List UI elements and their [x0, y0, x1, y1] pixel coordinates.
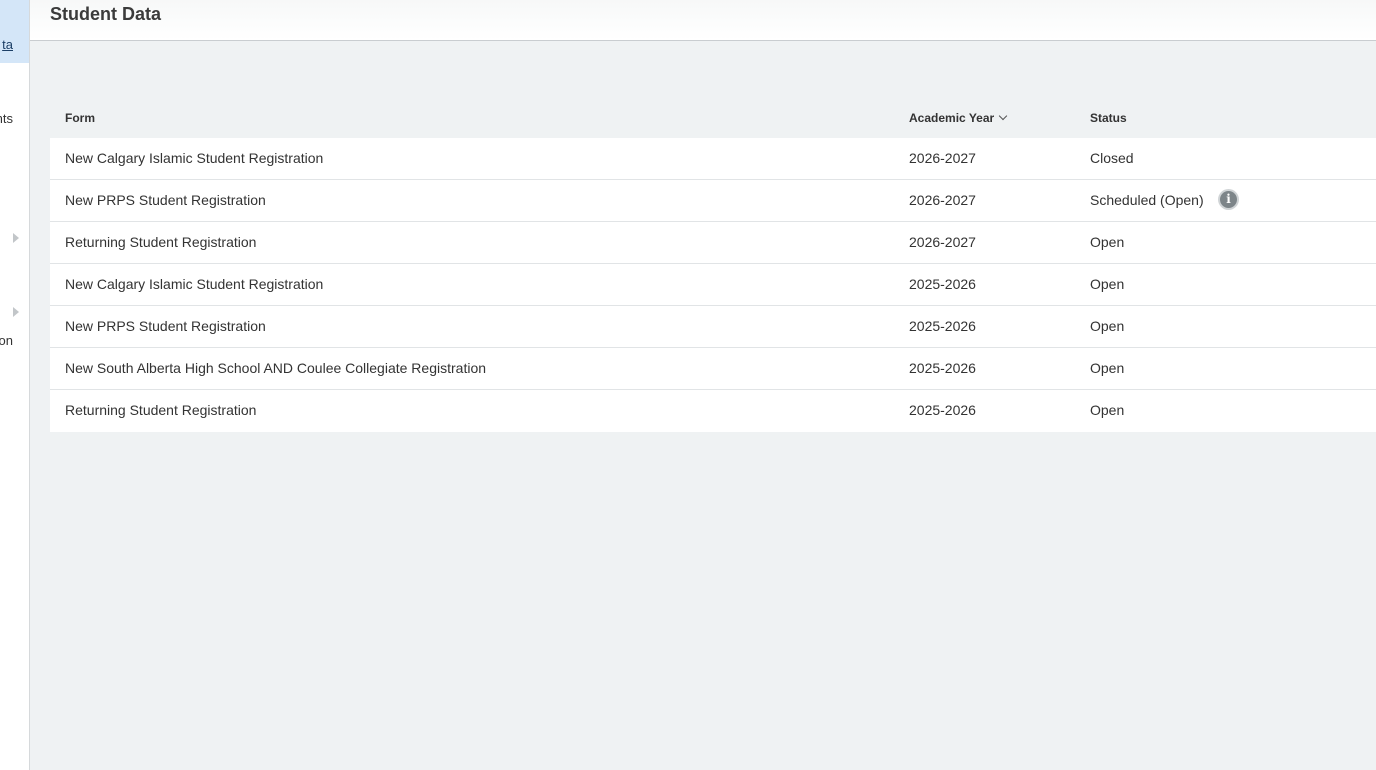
academic-year: 2026-2027: [909, 234, 976, 250]
form-name[interactable]: New Calgary Islamic Student Registration: [65, 150, 323, 166]
academic-year: 2026-2027: [909, 192, 976, 208]
table-row[interactable]: New South Alberta High School AND Coulee…: [50, 348, 1376, 390]
info-icon[interactable]: i: [1220, 191, 1237, 208]
form-name[interactable]: New Calgary Islamic Student Registration: [65, 276, 323, 292]
table-row[interactable]: Returning Student Registration 2025-2026…: [50, 390, 1376, 432]
academic-year: 2025-2026: [909, 360, 976, 376]
status-text: Open: [1090, 276, 1125, 292]
sidebar-active-highlight: [0, 0, 29, 63]
sidebar-item-student-data[interactable]: ta: [2, 37, 13, 52]
table-row[interactable]: New Calgary Islamic Student Registration…: [50, 264, 1376, 306]
form-name[interactable]: New PRPS Student Registration: [65, 318, 266, 334]
status-text: Scheduled (Open): [1090, 192, 1204, 208]
status-text: Open: [1090, 318, 1125, 334]
form-name[interactable]: New South Alberta High School AND Coulee…: [65, 360, 486, 376]
forms-table: New Calgary Islamic Student Registration…: [50, 138, 1376, 432]
chevron-right-icon[interactable]: [13, 307, 19, 317]
academic-year: 2025-2026: [909, 276, 976, 292]
sidebar: ta nts on: [0, 0, 30, 770]
chevron-right-icon[interactable]: [13, 233, 19, 243]
status-text: Closed: [1090, 150, 1134, 166]
column-header-form[interactable]: Form: [65, 111, 95, 125]
form-name[interactable]: New PRPS Student Registration: [65, 192, 266, 208]
status-text: Open: [1090, 234, 1125, 250]
table-row[interactable]: Returning Student Registration 2026-2027…: [50, 222, 1376, 264]
table-row[interactable]: New PRPS Student Registration 2025-2026 …: [50, 306, 1376, 348]
sidebar-item-2[interactable]: nts: [0, 111, 13, 126]
table-row[interactable]: New PRPS Student Registration 2026-2027 …: [50, 180, 1376, 222]
sidebar-item-5[interactable]: on: [0, 333, 13, 348]
page-header: Student Data: [30, 0, 1376, 41]
chevron-down-icon: [998, 111, 1008, 121]
status-text: Open: [1090, 360, 1125, 376]
academic-year: 2026-2027: [909, 150, 976, 166]
column-header-academic-year[interactable]: Academic Year: [909, 111, 1008, 125]
form-name[interactable]: Returning Student Registration: [65, 234, 256, 250]
status-text: Open: [1090, 402, 1125, 418]
table-row[interactable]: New Calgary Islamic Student Registration…: [50, 138, 1376, 180]
column-header-academic-year-label: Academic Year: [909, 111, 995, 125]
form-name[interactable]: Returning Student Registration: [65, 402, 256, 418]
page-title: Student Data: [50, 4, 162, 24]
academic-year: 2025-2026: [909, 402, 976, 418]
academic-year: 2025-2026: [909, 318, 976, 334]
column-header-status[interactable]: Status: [1090, 111, 1127, 125]
